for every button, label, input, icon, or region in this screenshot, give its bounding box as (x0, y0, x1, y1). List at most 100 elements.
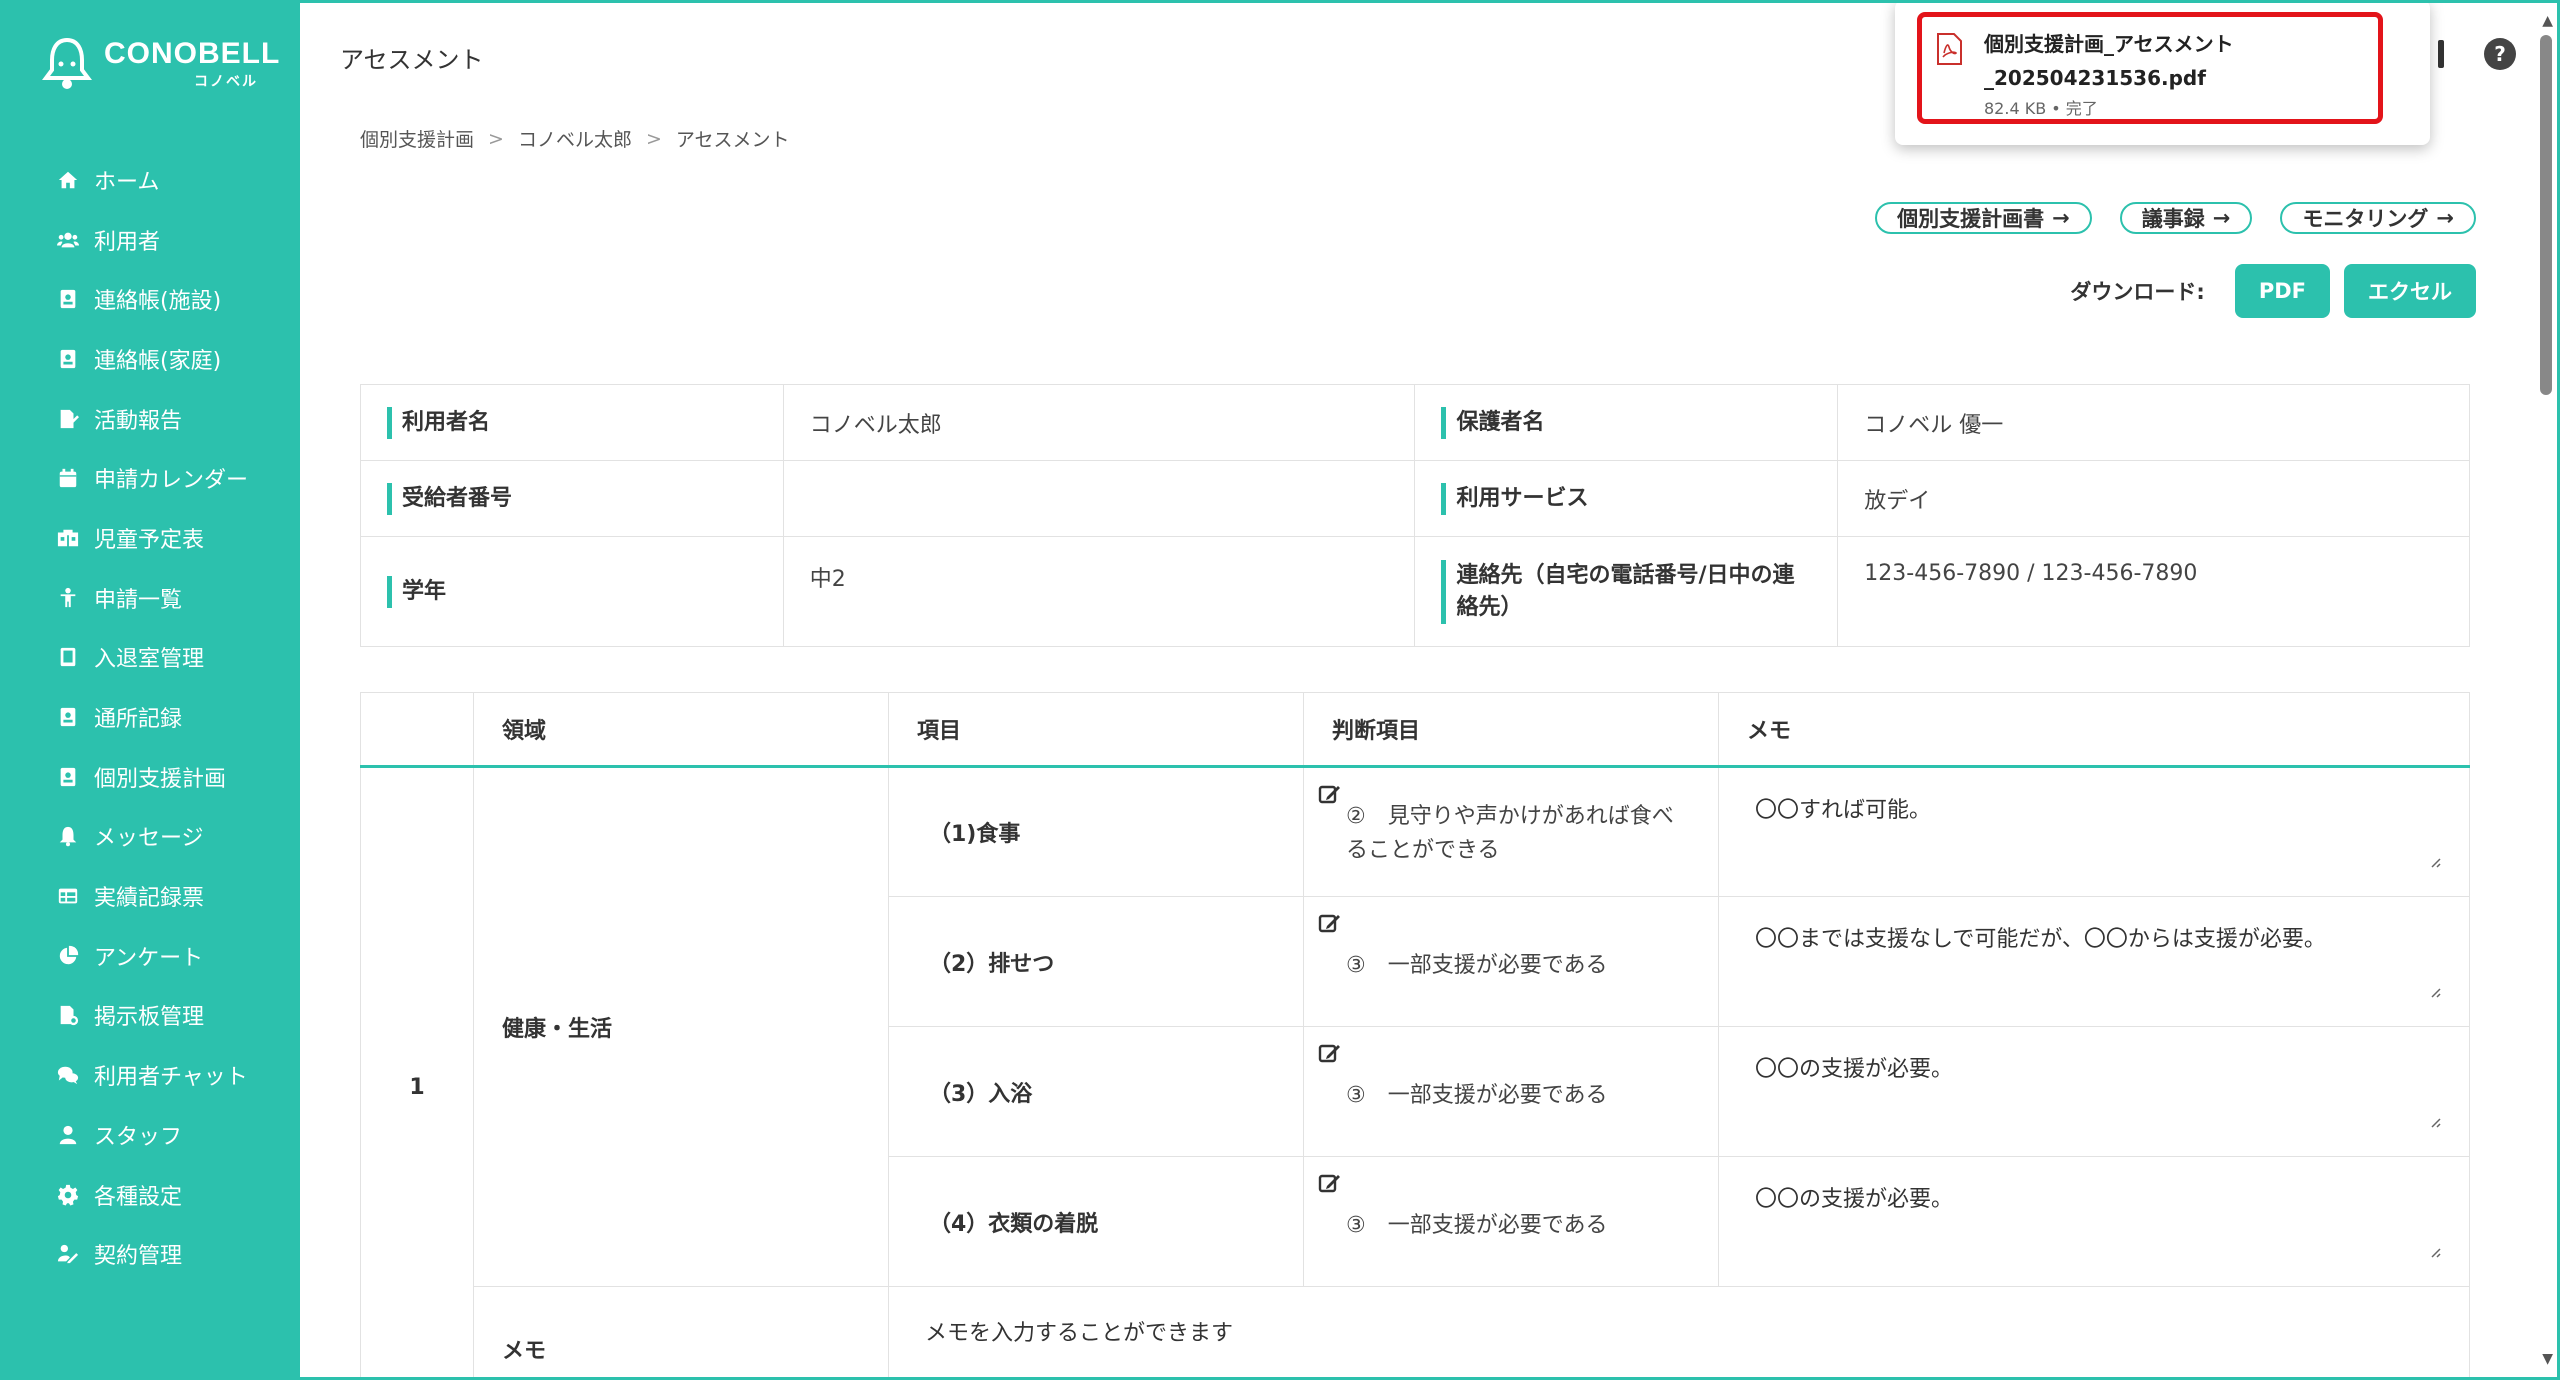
judgement-value: ③ 一部支援が必要である (1346, 1213, 1608, 1238)
sidebar-item-survey[interactable]: アンケート (0, 926, 300, 986)
guardian-label: 保護者名 (1441, 406, 1811, 439)
brand-name: CONOBELL (104, 37, 281, 70)
memo-textarea[interactable]: 〇〇の支援が必要。 (1718, 1156, 2470, 1287)
edit-icon[interactable] (1318, 1171, 1342, 1195)
users-icon (56, 228, 80, 252)
vertical-scrollbar[interactable]: ▲ ▼ (2537, 3, 2557, 1377)
resize-handle-icon[interactable] (2429, 856, 2441, 868)
sidebar-item-label: 利用者 (94, 229, 161, 255)
recipient-no-value (782, 460, 1416, 537)
contact-book-icon (56, 287, 80, 311)
sidebar-item-home[interactable]: ホーム (0, 150, 300, 210)
breadcrumb: 個別支援計画 > コノベル太郎 > アセスメント (360, 125, 790, 152)
row-number: 1 (360, 766, 474, 1380)
edit-icon[interactable] (1318, 1041, 1342, 1065)
sidebar-item-child-schedule[interactable]: 児童予定表 (0, 508, 300, 568)
pdf-download-button[interactable]: PDF (2234, 264, 2330, 318)
sidebar-item-label: メッセージ (94, 826, 204, 852)
sidebar-item-performance-record[interactable]: 実績記録票 (0, 866, 300, 926)
breadcrumb-item[interactable]: コノベル太郎 (518, 125, 632, 152)
sidebar-item-staff[interactable]: スタッフ (0, 1105, 300, 1165)
sidebar-item-messages[interactable]: メッセージ (0, 807, 300, 867)
sidebar-item-contact-home[interactable]: 連絡帳(家庭) (0, 329, 300, 389)
minutes-link-button[interactable]: 議事録 → (2119, 202, 2253, 234)
download-label: ダウンロード: (2070, 280, 2205, 304)
sidebar-item-label: 申請一覧 (94, 587, 183, 613)
report-edit-icon (56, 407, 80, 431)
download-notification[interactable]: 個別支援計画_アセスメント _202504231536.pdf 82.4 KB … (1895, 0, 2430, 145)
sidebar-item-entry-exit[interactable]: 入退室管理 (0, 628, 300, 688)
monitoring-link-button[interactable]: モニタリング → (2280, 202, 2476, 234)
user-name-label: 利用者名 (387, 406, 757, 439)
recipient-no-label: 受給者番号 (387, 482, 757, 515)
chevron-right-icon: > (488, 127, 504, 150)
arrow-right-icon: → (2052, 206, 2070, 230)
related-links: 個別支援計画書 → 議事録 → モニタリング → (1875, 202, 2476, 234)
brand-logo[interactable]: CONOBELL コノベル (40, 36, 280, 94)
help-icon[interactable]: ? (2484, 38, 2516, 70)
breadcrumb-item[interactable]: 個別支援計画 (360, 125, 474, 152)
sidebar-item-attendance[interactable]: 通所記録 (0, 687, 300, 747)
sidebar-item-contact-facility[interactable]: 連絡帳(施設) (0, 269, 300, 329)
memo-textarea[interactable]: 〇〇の支援が必要。 (1718, 1026, 2470, 1157)
judgement-cell: ③ 一部支援が必要である (1303, 1156, 1719, 1287)
chat-icon (56, 1063, 80, 1087)
filename-line-2: _202504231536.pdf (1984, 66, 2206, 90)
excel-download-button[interactable]: エクセル (2344, 264, 2476, 318)
sidebar-item-board[interactable]: 掲示板管理 (0, 986, 300, 1046)
sidebar-item-label: 実績記録票 (94, 886, 205, 912)
scroll-up-icon[interactable]: ▲ (2542, 13, 2553, 29)
memo-text: 〇〇の支援が必要。 (1755, 1187, 1954, 1212)
bell-icon (56, 824, 80, 848)
sidebar-item-calendar[interactable]: 申請カレンダー (0, 448, 300, 508)
edit-icon[interactable] (1318, 911, 1342, 935)
sidebar-item-label: 連絡帳(施設) (94, 289, 222, 315)
sidebar-item-users[interactable]: 利用者 (0, 210, 300, 270)
link-label: 議事録 (2141, 207, 2205, 231)
scroll-thumb[interactable] (2540, 35, 2552, 395)
sidebar-item-support-plan[interactable]: 個別支援計画 (0, 747, 300, 807)
table-row: 1 健康・生活 （1)食事 ② 見守りや声かけがあれば食べることができる 〇〇す… (360, 766, 2470, 1380)
sidebar-item-label: 連絡帳(家庭) (94, 348, 222, 374)
item-name: （3）入浴 (888, 1026, 1304, 1157)
sidebar-item-label: 契約管理 (94, 1244, 183, 1270)
resize-handle-icon[interactable] (2429, 986, 2441, 998)
judgement-cell: ② 見守りや声かけがあれば食べることができる (1303, 766, 1719, 897)
sidebar-item-settings[interactable]: 各種設定 (0, 1165, 300, 1225)
contact-label: 連絡先（自宅の電話番号/日中の連絡先） (1441, 559, 1811, 624)
col-header-number (360, 692, 474, 768)
filename-line-1: 個別支援計画_アセスメント (1984, 32, 2234, 56)
sidebar-item-user-chat[interactable]: 利用者チャット (0, 1045, 300, 1105)
contact-book-icon (56, 347, 80, 371)
breadcrumb-item: アセスメント (675, 129, 790, 151)
sidebar-item-label: 掲示板管理 (94, 1005, 205, 1031)
resize-handle-icon[interactable] (2429, 1116, 2441, 1128)
alert-icon[interactable] (2438, 40, 2444, 68)
record-icon (56, 705, 80, 729)
scroll-down-icon[interactable]: ▼ (2542, 1351, 2553, 1367)
sidebar-item-label: 個別支援計画 (94, 766, 227, 792)
resize-handle-icon[interactable] (2429, 1246, 2441, 1258)
pdf-file-icon (1937, 33, 1962, 65)
sidebar-item-application-list[interactable]: 申請一覧 (0, 568, 300, 628)
arrow-right-icon: → (2436, 206, 2454, 230)
judgement-value: ② 見守りや声かけがあれば食べることができる (1346, 804, 1674, 863)
download-filename: 個別支援計画_アセスメント _202504231536.pdf (1984, 27, 2234, 95)
memo-textarea[interactable]: 〇〇までは支援なしで可能だが、〇〇からは支援が必要。 (1718, 896, 2470, 1027)
area-memo-label: メモ (473, 1286, 889, 1380)
support-plan-link-button[interactable]: 個別支援計画書 → (1875, 202, 2092, 234)
child-icon (56, 586, 80, 610)
sidebar-item-activity-report[interactable]: 活動報告 (0, 389, 300, 449)
user-name-value: コノベル太郎 (782, 384, 1416, 461)
assessment-table: 領域 項目 判断項目 メモ 1 健康・生活 （1)食事 ② 見守りや声かけがあれ… (360, 692, 2470, 1380)
memo-textarea[interactable]: 〇〇すれば可能。 (1718, 766, 2470, 897)
sidebar-item-contracts[interactable]: 契約管理 (0, 1224, 300, 1284)
area-name: 健康・生活 (473, 766, 889, 1287)
user-info-table: 利用者名 コノベル太郎 保護者名 コノベル 優一 受給者番号 利用サービス 放デ… (360, 384, 2470, 647)
area-memo-input[interactable]: メモを入力することができます (888, 1286, 2470, 1380)
col-header-area: 領域 (473, 692, 889, 768)
col-header-judgement: 判断項目 (1303, 692, 1719, 768)
item-name: （2）排せつ (888, 896, 1304, 1027)
download-meta: 82.4 KB • 完了 (1984, 99, 2098, 118)
download-item-highlight[interactable]: 個別支援計画_アセスメント _202504231536.pdf 82.4 KB … (1917, 12, 2383, 124)
